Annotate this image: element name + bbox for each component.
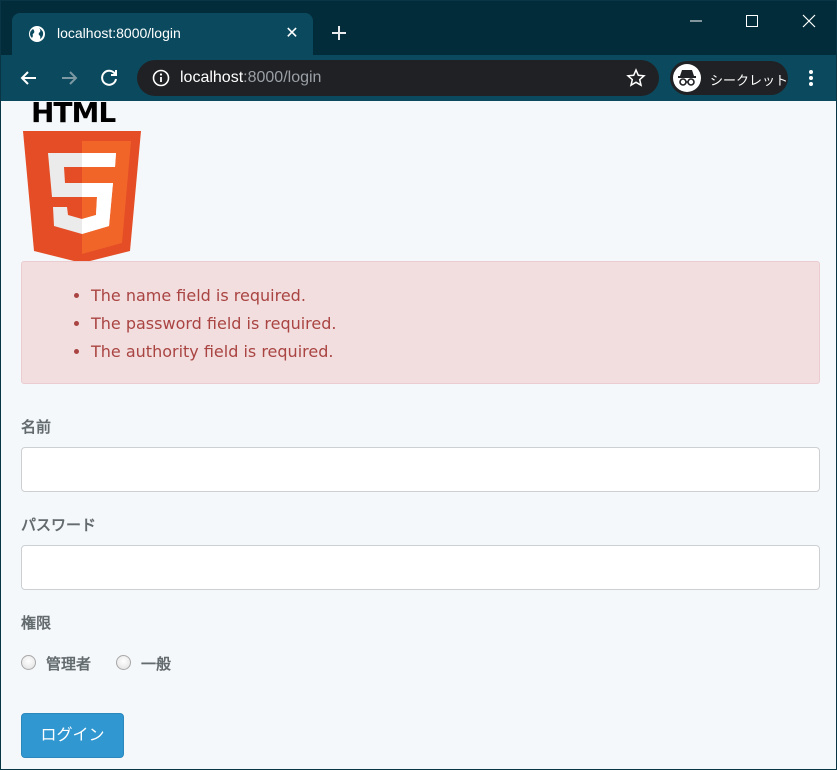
browser-tab[interactable]: localhost:8000/login ✕	[12, 13, 313, 55]
more-menu-icon[interactable]	[801, 67, 821, 89]
authority-option-admin-label[interactable]: 管理者	[46, 653, 91, 674]
address-bar[interactable]: localhost:8000/login	[137, 60, 659, 96]
error-item: The password field is required.	[91, 311, 337, 339]
bookmark-star-icon[interactable]	[626, 68, 646, 88]
tab-strip: localhost:8000/login ✕	[1, 1, 836, 55]
incognito-label: シークレット	[710, 74, 789, 89]
authority-radio-general[interactable]	[116, 655, 131, 670]
incognito-icon	[673, 64, 701, 92]
new-tab-icon[interactable]	[329, 23, 349, 43]
minimize-icon[interactable]	[683, 9, 709, 33]
incognito-badge[interactable]: シークレット	[670, 61, 788, 95]
page-content: HTML The name field is required. The pas…	[2, 101, 836, 769]
browser-toolbar: localhost:8000/login シークレット	[1, 55, 836, 101]
back-arrow-icon[interactable]	[18, 67, 40, 89]
authority-radio-admin[interactable]	[21, 655, 36, 670]
html5-logo: HTML	[23, 101, 141, 263]
info-icon[interactable]	[152, 69, 170, 87]
url-host: localhost	[180, 69, 244, 86]
login-button[interactable]: ログイン	[21, 713, 124, 758]
close-tab-icon[interactable]: ✕	[283, 24, 301, 42]
error-alert: The name field is required. The password…	[21, 261, 820, 384]
maximize-icon[interactable]	[739, 9, 765, 33]
globe-icon	[29, 26, 45, 42]
close-window-icon[interactable]	[796, 9, 822, 33]
password-input[interactable]	[21, 545, 820, 590]
forward-arrow-icon[interactable]	[58, 67, 80, 89]
name-input[interactable]	[21, 447, 820, 492]
authority-option-general-label[interactable]: 一般	[141, 653, 171, 674]
password-label: パスワード	[21, 516, 97, 534]
logo-text: HTML	[31, 101, 116, 129]
url-path: :8000/login	[243, 69, 322, 86]
error-item: The authority field is required.	[91, 339, 337, 367]
name-label: 名前	[21, 418, 52, 436]
tab-title: localhost:8000/login	[57, 25, 181, 41]
url-text: localhost:8000/login	[180, 69, 321, 87]
authority-label: 権限	[21, 614, 52, 632]
error-item: The name field is required.	[91, 283, 337, 311]
browser-window: localhost:8000/login ✕ localhost:8000/lo…	[0, 0, 837, 770]
reload-icon[interactable]	[98, 67, 120, 89]
error-list: The name field is required. The password…	[91, 283, 337, 367]
